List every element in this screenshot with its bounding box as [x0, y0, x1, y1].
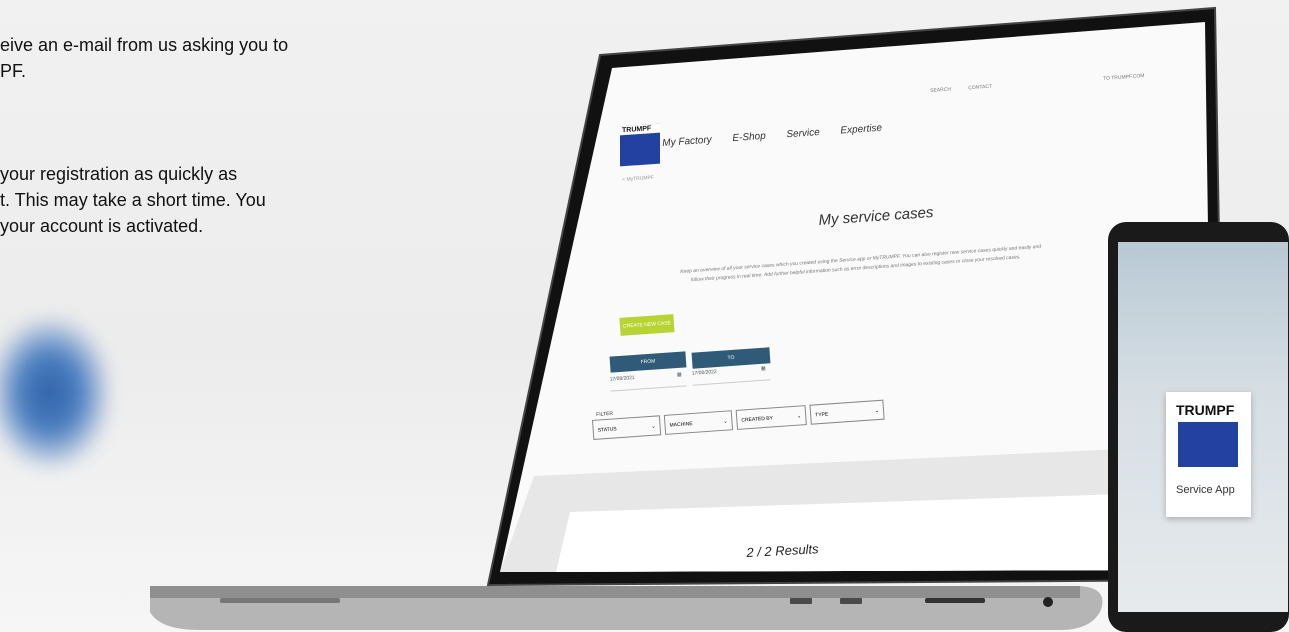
phone-device: TRUMPF Service App — [1108, 222, 1289, 632]
trumpf-logo[interactable]: TRUMPF — [620, 123, 660, 167]
type-filter[interactable]: TYPE ⌄ — [809, 399, 885, 425]
calendar-icon[interactable]: ▦ — [677, 372, 682, 378]
trumpf-logo-text: TRUMPF — [620, 123, 660, 136]
filter-label: FILTER — [596, 410, 614, 418]
chevron-down-icon: ⌄ — [874, 407, 880, 415]
to-date-value: 17/08/2022 — [691, 368, 717, 377]
type-filter-label: TYPE — [815, 411, 829, 419]
create-new-case-button[interactable]: CREATE NEW CASE — [619, 314, 675, 336]
service-app-label: Service App — [1176, 484, 1235, 496]
phone-screen: TRUMPF Service App — [1118, 242, 1288, 612]
phone-trumpf-logo: TRUMPF — [1176, 402, 1235, 418]
calendar-icon[interactable]: ▦ — [761, 366, 766, 372]
machine-filter[interactable]: MACHINE ⌄ — [663, 410, 734, 435]
status-filter-label: STATUS — [597, 426, 617, 434]
chevron-down-icon: ⌄ — [723, 418, 728, 425]
nav-eshop[interactable]: E-Shop — [732, 131, 766, 144]
service-app-card[interactable]: TRUMPF Service App — [1166, 392, 1251, 517]
machine-filter-label: MACHINE — [669, 421, 693, 429]
created-by-filter[interactable]: CREATED BY ⌄ — [735, 405, 807, 430]
nav-service[interactable]: Service — [786, 127, 820, 140]
chevron-down-icon: ⌄ — [796, 413, 802, 420]
status-filter[interactable]: STATUS ⌄ — [592, 415, 662, 440]
chevron-down-icon: ⌄ — [651, 423, 656, 430]
created-by-filter-label: CREATED BY — [741, 415, 774, 424]
from-date-value: 17/08/2021 — [609, 374, 635, 383]
trumpf-blue-block — [1178, 422, 1238, 467]
